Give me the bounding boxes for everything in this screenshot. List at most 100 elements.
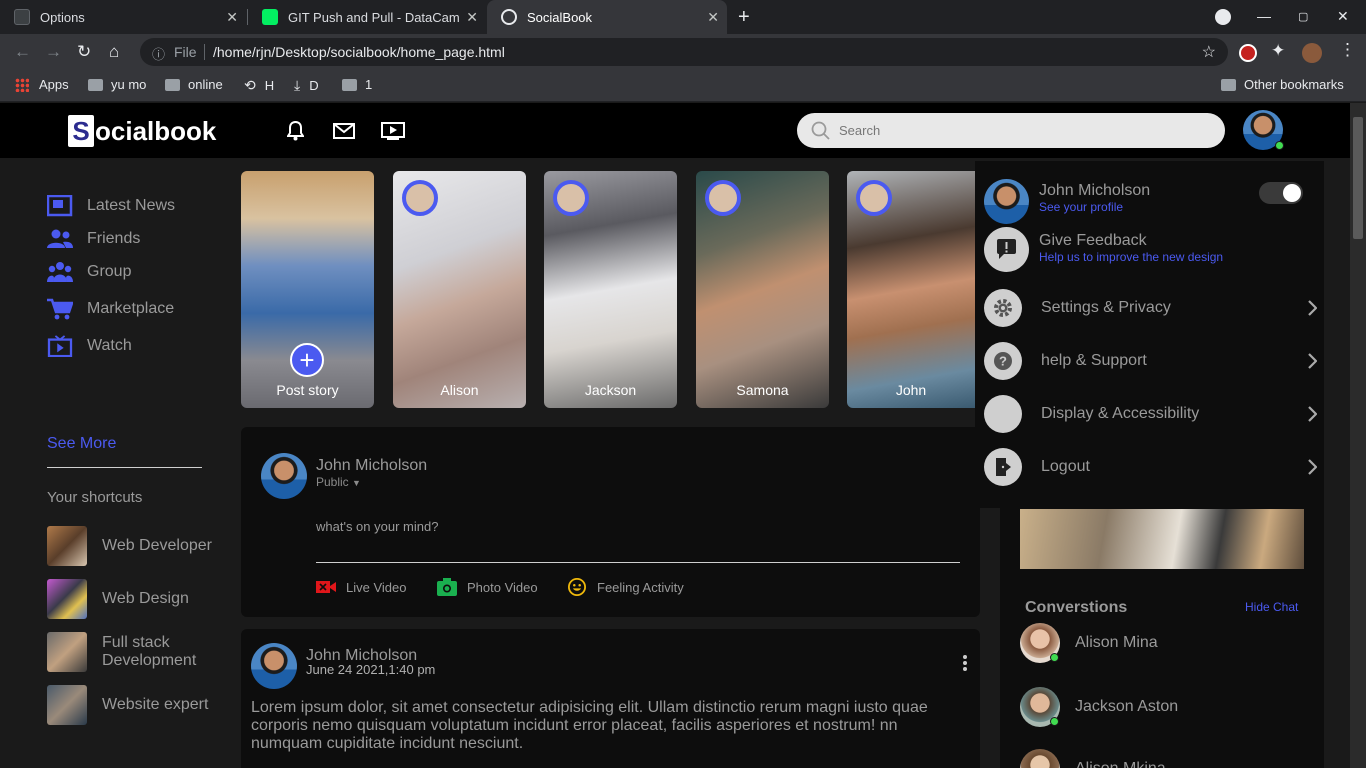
- feeling-activity-button[interactable]: Feeling Activity: [567, 578, 684, 596]
- sidebar-item-label: Group: [87, 263, 132, 280]
- sidebar-item-label: Marketplace: [87, 300, 175, 317]
- maximize-icon[interactable]: ▢: [1298, 10, 1308, 23]
- omnibox[interactable]: ⓘ File /home/rjn/Desktop/socialbook/home…: [140, 38, 1228, 66]
- page-scrollbar[interactable]: [1350, 103, 1366, 768]
- chat-contact[interactable]: Alison Mkina: [1020, 749, 1166, 768]
- menu-settings-privacy[interactable]: Settings & Privacy: [984, 288, 1317, 328]
- bookmark-1[interactable]: 1: [342, 77, 372, 92]
- tab-title: GIT Push and Pull - DataCam: [288, 9, 460, 25]
- browser-menu-icon[interactable]: ⋮: [1339, 40, 1356, 60]
- close-tab-icon[interactable]: ✕: [466, 9, 478, 26]
- url-text[interactable]: /home/rjn/Desktop/socialbook/home_page.h…: [213, 44, 505, 60]
- see-profile-link[interactable]: See your profile: [1039, 200, 1123, 214]
- menu-logout[interactable]: Logout: [984, 447, 1317, 487]
- tab-search-icon[interactable]: [1215, 9, 1231, 25]
- story-card[interactable]: Alison: [393, 171, 526, 408]
- shortcut-full-stack[interactable]: Full stack Development: [47, 632, 212, 672]
- news-icon: [47, 195, 73, 217]
- story-card[interactable]: Jackson: [544, 171, 677, 408]
- chat-contact-name: Jackson Aston: [1075, 698, 1179, 715]
- download-icon: ⤓: [294, 77, 301, 93]
- chat-contact[interactable]: Jackson Aston: [1020, 687, 1178, 727]
- blocker-extension-icon[interactable]: [1239, 44, 1257, 62]
- dark-mode-toggle[interactable]: [1259, 182, 1303, 204]
- bookmark-label: online: [188, 77, 223, 92]
- avatar: [1020, 623, 1060, 663]
- extensions-puzzle-icon[interactable]: ✦: [1271, 41, 1285, 61]
- shortcut-web-developer[interactable]: Web Developer: [47, 526, 212, 566]
- sidebar-divider: [47, 467, 202, 468]
- browser-tab-options[interactable]: Options ✕: [0, 0, 246, 34]
- menu-display-accessibility[interactable]: Display & Accessibility: [984, 394, 1317, 434]
- story-card[interactable]: John: [847, 171, 975, 408]
- online-status-dot: [1050, 717, 1059, 726]
- feedback-title[interactable]: Give Feedback: [1039, 232, 1147, 250]
- bookmark-label: D: [309, 78, 319, 93]
- shortcut-thumbnail: [47, 632, 87, 672]
- close-window-icon[interactable]: ✕: [1337, 8, 1349, 25]
- sidebar-item-latest-news[interactable]: Latest News: [47, 195, 175, 217]
- shortcut-website-expert[interactable]: Website expert: [47, 685, 212, 725]
- live-video-button[interactable]: Live Video: [316, 578, 406, 596]
- camera-icon: [437, 578, 457, 596]
- post-textarea[interactable]: what's on your mind?: [316, 519, 438, 534]
- logout-icon: [984, 448, 1022, 486]
- bookmark-apps[interactable]: Apps: [15, 77, 69, 92]
- close-tab-icon[interactable]: ✕: [226, 9, 238, 26]
- live-video-icon: [316, 581, 336, 593]
- create-post-card: John Micholson Public ▼ what's on your m…: [241, 427, 980, 617]
- close-tab-icon[interactable]: ✕: [707, 9, 719, 26]
- post-options-icon[interactable]: [963, 655, 967, 673]
- avatar: [261, 453, 307, 499]
- chat-contact[interactable]: Alison Mina: [1020, 623, 1158, 663]
- bookmark-yu-mo[interactable]: yu mo: [88, 77, 146, 92]
- info-icon[interactable]: ⓘ: [152, 44, 165, 63]
- sidebar-item-marketplace[interactable]: Marketplace: [47, 298, 174, 320]
- profile-avatar-icon[interactable]: [1302, 43, 1322, 63]
- bell-icon[interactable]: [287, 121, 304, 141]
- video-icon[interactable]: [381, 122, 405, 140]
- scheme-label: File: [174, 44, 197, 60]
- add-story-plus-icon[interactable]: +: [290, 343, 324, 377]
- browser-tab-datacamp[interactable]: GIT Push and Pull - DataCam ✕: [248, 0, 486, 34]
- bookmark-h[interactable]: ⟲ H: [244, 77, 274, 94]
- minimize-icon[interactable]: —: [1257, 8, 1271, 24]
- new-tab-plus-icon[interactable]: +: [738, 6, 750, 29]
- bookmark-label: yu mo: [111, 77, 147, 92]
- search-bar[interactable]: [797, 113, 1225, 148]
- shortcut-web-design[interactable]: Web Design: [47, 579, 212, 619]
- reload-icon[interactable]: ↻: [77, 42, 91, 62]
- home-icon[interactable]: ⌂: [109, 42, 119, 62]
- sidebar-item-friends[interactable]: Friends: [47, 228, 140, 250]
- see-more-link[interactable]: See More: [47, 435, 116, 453]
- search-input[interactable]: [839, 120, 1199, 140]
- browser-tab-socialbook[interactable]: SocialBook ✕: [487, 0, 727, 34]
- menu-help-support[interactable]: ? help & Support: [984, 341, 1317, 381]
- history-icon: ⟲: [244, 77, 256, 93]
- back-arrow-icon[interactable]: ←: [14, 42, 31, 62]
- toggle-knob: [1283, 184, 1301, 202]
- bookmark-online[interactable]: online: [165, 77, 223, 92]
- hide-chat-link[interactable]: Hide Chat: [1245, 600, 1298, 614]
- socialbook-logo[interactable]: S ocialbook: [68, 115, 216, 147]
- chevron-right-icon: [1308, 459, 1317, 475]
- story-card[interactable]: Samona: [696, 171, 829, 408]
- feedback-icon[interactable]: [984, 227, 1029, 272]
- mail-icon[interactable]: [333, 123, 355, 139]
- sidebar-item-watch[interactable]: Watch: [47, 335, 132, 357]
- photo-video-button[interactable]: Photo Video: [437, 578, 538, 596]
- sidebar-item-group[interactable]: Group: [47, 261, 131, 283]
- bookmark-star-icon[interactable]: ☆: [1202, 42, 1216, 62]
- story-name: John: [895, 382, 927, 398]
- avatar[interactable]: [984, 179, 1029, 224]
- shortcut-label: Website expert: [102, 696, 209, 713]
- forward-arrow-icon[interactable]: →: [45, 42, 62, 62]
- bookmark-d[interactable]: ⤓ D: [294, 77, 319, 94]
- story-card[interactable]: + Post story: [241, 171, 374, 408]
- scrollbar-thumb[interactable]: [1353, 117, 1363, 239]
- other-bookmarks[interactable]: Other bookmarks: [1221, 77, 1344, 92]
- action-label: Feeling Activity: [597, 579, 684, 595]
- shortcuts-heading: Your shortcuts: [47, 489, 143, 506]
- privacy-selector[interactable]: Public ▼: [316, 475, 361, 489]
- action-label: Photo Video: [467, 579, 538, 595]
